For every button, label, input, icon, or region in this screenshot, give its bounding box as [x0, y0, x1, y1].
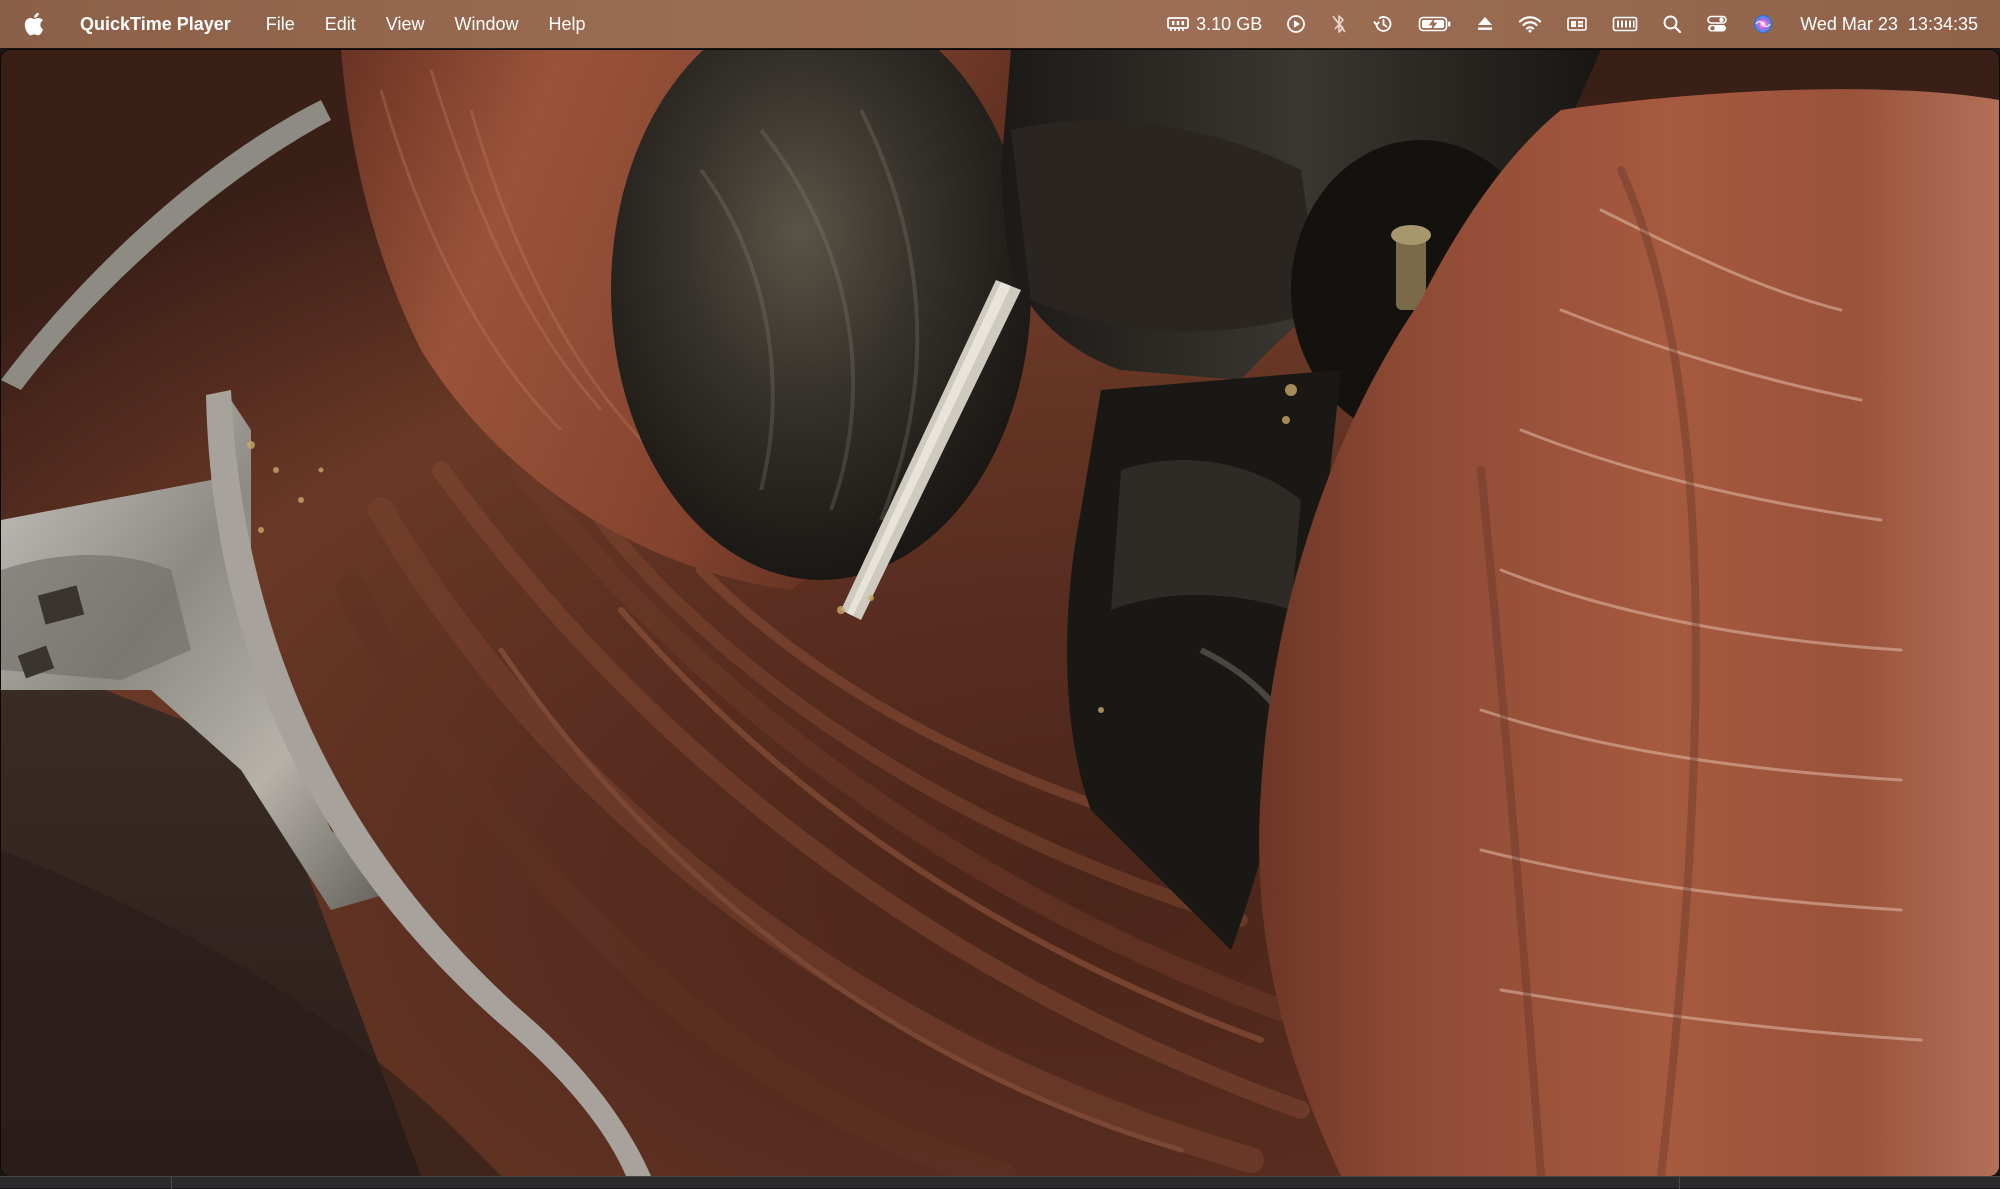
keyboard-icon — [1612, 15, 1638, 33]
wifi-status[interactable] — [1518, 0, 1542, 48]
menu-bar-left: QuickTime Player File Edit View Window H… — [0, 0, 601, 48]
menu-window[interactable]: Window — [440, 0, 534, 48]
play-circle-icon — [1286, 14, 1306, 34]
now-playing-status[interactable] — [1286, 0, 1306, 48]
menu-view[interactable]: View — [371, 0, 440, 48]
menu-bar-status-area: 3.10 GB Wed Mar 23 13:34:35 — [1142, 0, 2000, 48]
display-status[interactable] — [1566, 0, 1588, 48]
spotlight-status[interactable] — [1662, 0, 1682, 48]
menu-bar: QuickTime Player File Edit View Window H… — [0, 0, 2000, 48]
background-window-strip — [0, 1176, 2000, 1189]
background-strip-segment — [0, 1177, 172, 1189]
clock-date: Wed Mar 23 — [1800, 13, 1898, 34]
video-frame — [1, 50, 1999, 1176]
bluetooth-off-icon — [1330, 13, 1348, 35]
wifi-icon — [1518, 15, 1542, 33]
menu-help[interactable]: Help — [534, 0, 601, 48]
quicktime-video-window[interactable] — [1, 50, 1999, 1176]
bluetooth-status[interactable] — [1330, 0, 1348, 48]
memory-icon — [1166, 15, 1190, 33]
app-menu-quicktime[interactable]: QuickTime Player — [72, 0, 251, 48]
clock-time: 13:34:35 — [1907, 13, 1978, 34]
memory-text: 3.10 GB — [1196, 13, 1263, 34]
control-center-status[interactable] — [1706, 0, 1728, 48]
spotlight-search-icon — [1662, 14, 1682, 34]
menu-edit[interactable]: Edit — [310, 0, 371, 48]
siri-icon — [1752, 13, 1774, 35]
battery-charging-icon — [1418, 15, 1452, 33]
memory-status[interactable]: 3.10 GB — [1166, 0, 1262, 48]
battery-status[interactable] — [1418, 0, 1452, 48]
menu-file[interactable]: File — [251, 0, 310, 48]
menu-bar-clock[interactable]: Wed Mar 23 13:34:35 — [1800, 14, 1978, 35]
time-machine-icon — [1372, 14, 1394, 34]
siri-status[interactable] — [1752, 0, 1774, 48]
eject-status[interactable] — [1476, 0, 1494, 48]
apple-menu-icon[interactable] — [22, 10, 46, 38]
background-strip-segment — [172, 1177, 1680, 1189]
display-icon — [1566, 15, 1588, 33]
time-machine-status[interactable] — [1372, 0, 1394, 48]
keyboard-status[interactable] — [1612, 0, 1638, 48]
eject-icon — [1476, 15, 1494, 33]
control-center-icon — [1706, 14, 1728, 34]
